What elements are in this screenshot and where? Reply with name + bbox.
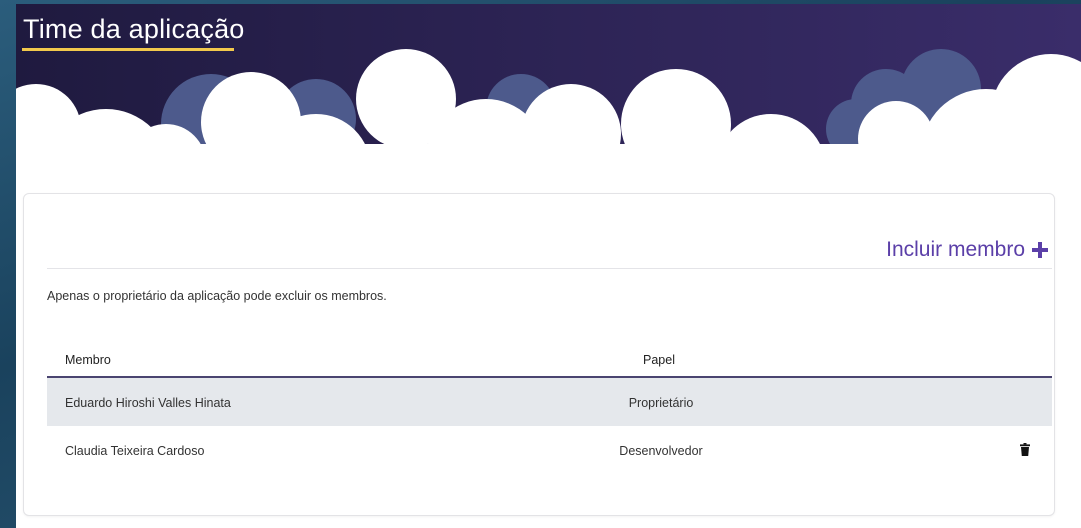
members-table: Membro Papel Eduardo Hiroshi Valles Hina… <box>47 341 1052 474</box>
column-header-member: Membro <box>65 353 111 367</box>
app-window: Time da aplicação Incluir membro Apenas … <box>16 4 1081 528</box>
title-underline <box>22 48 234 51</box>
table-row: Eduardo Hiroshi Valles Hinata Proprietár… <box>47 378 1052 426</box>
card-divider <box>47 268 1052 269</box>
plus-icon <box>1032 242 1048 258</box>
table-header: Membro Papel <box>47 341 1052 378</box>
column-header-role: Papel <box>643 353 675 367</box>
page-title: Time da aplicação <box>23 14 245 44</box>
member-role: Desenvolvedor <box>619 444 703 458</box>
add-member-button[interactable]: Incluir membro <box>886 238 1048 262</box>
member-name: Eduardo Hiroshi Valles Hinata <box>65 396 231 410</box>
team-card: Incluir membro Apenas o proprietário da … <box>23 193 1055 516</box>
page-header: Time da aplicação <box>16 4 1081 184</box>
add-member-label: Incluir membro <box>886 238 1025 261</box>
table-row: Claudia Teixeira Cardoso Desenvolvedor <box>47 426 1052 474</box>
member-role: Proprietário <box>628 396 694 410</box>
trash-icon[interactable] <box>1020 443 1030 456</box>
member-name: Claudia Teixeira Cardoso <box>65 444 205 458</box>
permission-notice: Apenas o proprietário da aplicação pode … <box>47 289 387 303</box>
